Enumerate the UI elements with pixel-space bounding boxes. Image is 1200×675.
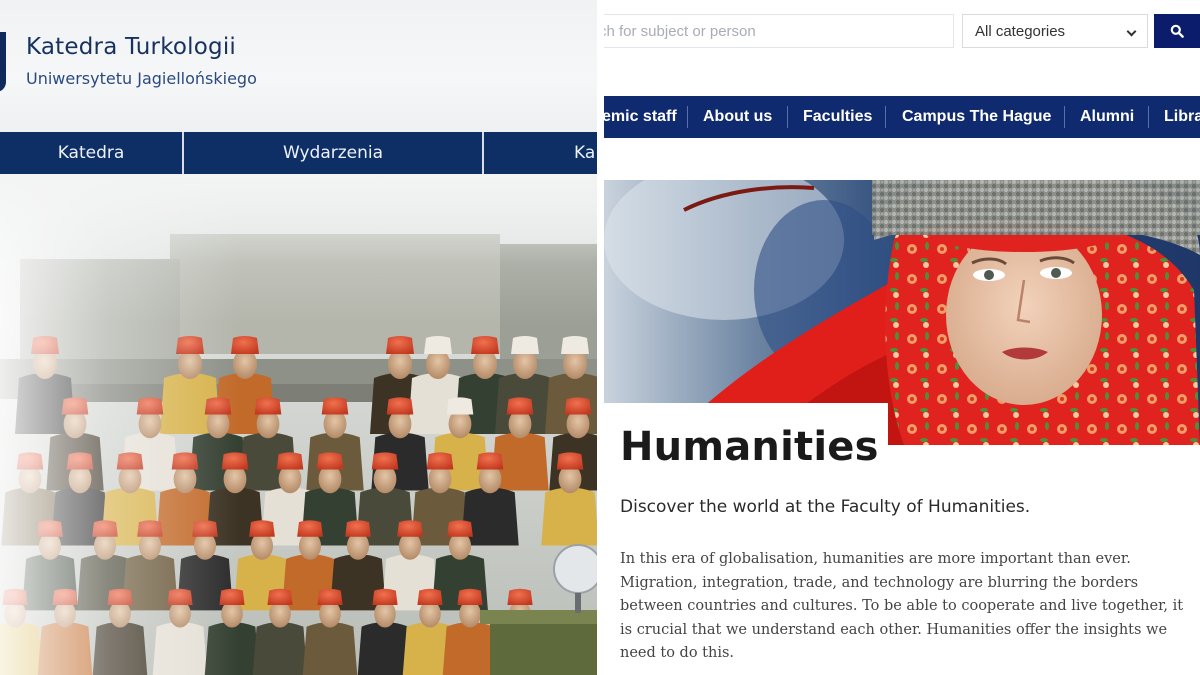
nav-item-library[interactable]: Libra (1164, 96, 1200, 138)
department-title[interactable]: Katedra Turkologii (26, 34, 236, 60)
left-website-screenshot: Katedra Turkologii Uniwersytetu Jagiello… (0, 0, 597, 675)
search-input[interactable] (604, 14, 954, 48)
search-icon (1170, 24, 1184, 38)
search-button[interactable] (1154, 14, 1200, 48)
panel-divider (597, 0, 604, 675)
nav-separator (1148, 106, 1149, 128)
site-header: Katedra Turkologii Uniwersytetu Jagiello… (0, 0, 597, 132)
historic-group-photo (0, 174, 597, 675)
nav-item-katedra[interactable]: Katedra (0, 132, 184, 174)
category-select[interactable]: All categories (962, 14, 1148, 48)
nav-item-campus-the-hague[interactable]: Campus The Hague (902, 96, 1051, 138)
paragraph-line: need to do this. (620, 645, 735, 661)
page-title: Humanities (620, 424, 879, 470)
nav-item-alumni[interactable]: Alumni (1080, 96, 1134, 138)
nav-item-academic-staff[interactable]: emic staff (604, 96, 677, 138)
chevron-down-icon (1126, 26, 1137, 37)
nav-item-wydarzenia[interactable]: Wydarzenia (184, 132, 484, 174)
paragraph-line: Migration, integration, trade, and techn… (620, 574, 1139, 591)
paragraph-line: between countries and cultures. To be ab… (620, 598, 1184, 614)
paragraph-line: is crucial that we understand each other… (620, 621, 1168, 638)
nav-item-truncated[interactable]: Ka (484, 132, 597, 174)
nav-separator (1064, 106, 1065, 128)
nav-separator (885, 106, 886, 128)
main-navigation: emic staff About us Faculties Campus The… (604, 96, 1200, 138)
university-crest-logo (0, 32, 6, 92)
nav-item-about-us[interactable]: About us (703, 96, 772, 138)
paragraph-line: In this era of globalisation, humanities… (620, 551, 1131, 567)
university-name[interactable]: Uniwersytetu Jagiellońskiego (26, 69, 257, 88)
right-website-screenshot: All categories emic staff About us Facul… (604, 0, 1200, 675)
nav-separator (687, 106, 688, 128)
page-subtitle: Discover the world at the Faculty of Hum… (620, 497, 1031, 517)
intro-paragraph: In this era of globalisation, humanities… (620, 548, 1186, 666)
nav-item-faculties[interactable]: Faculties (803, 96, 872, 138)
category-select-value: All categories (975, 22, 1066, 40)
main-navigation: Katedra Wydarzenia Ka (0, 132, 597, 174)
nav-separator (787, 106, 788, 128)
